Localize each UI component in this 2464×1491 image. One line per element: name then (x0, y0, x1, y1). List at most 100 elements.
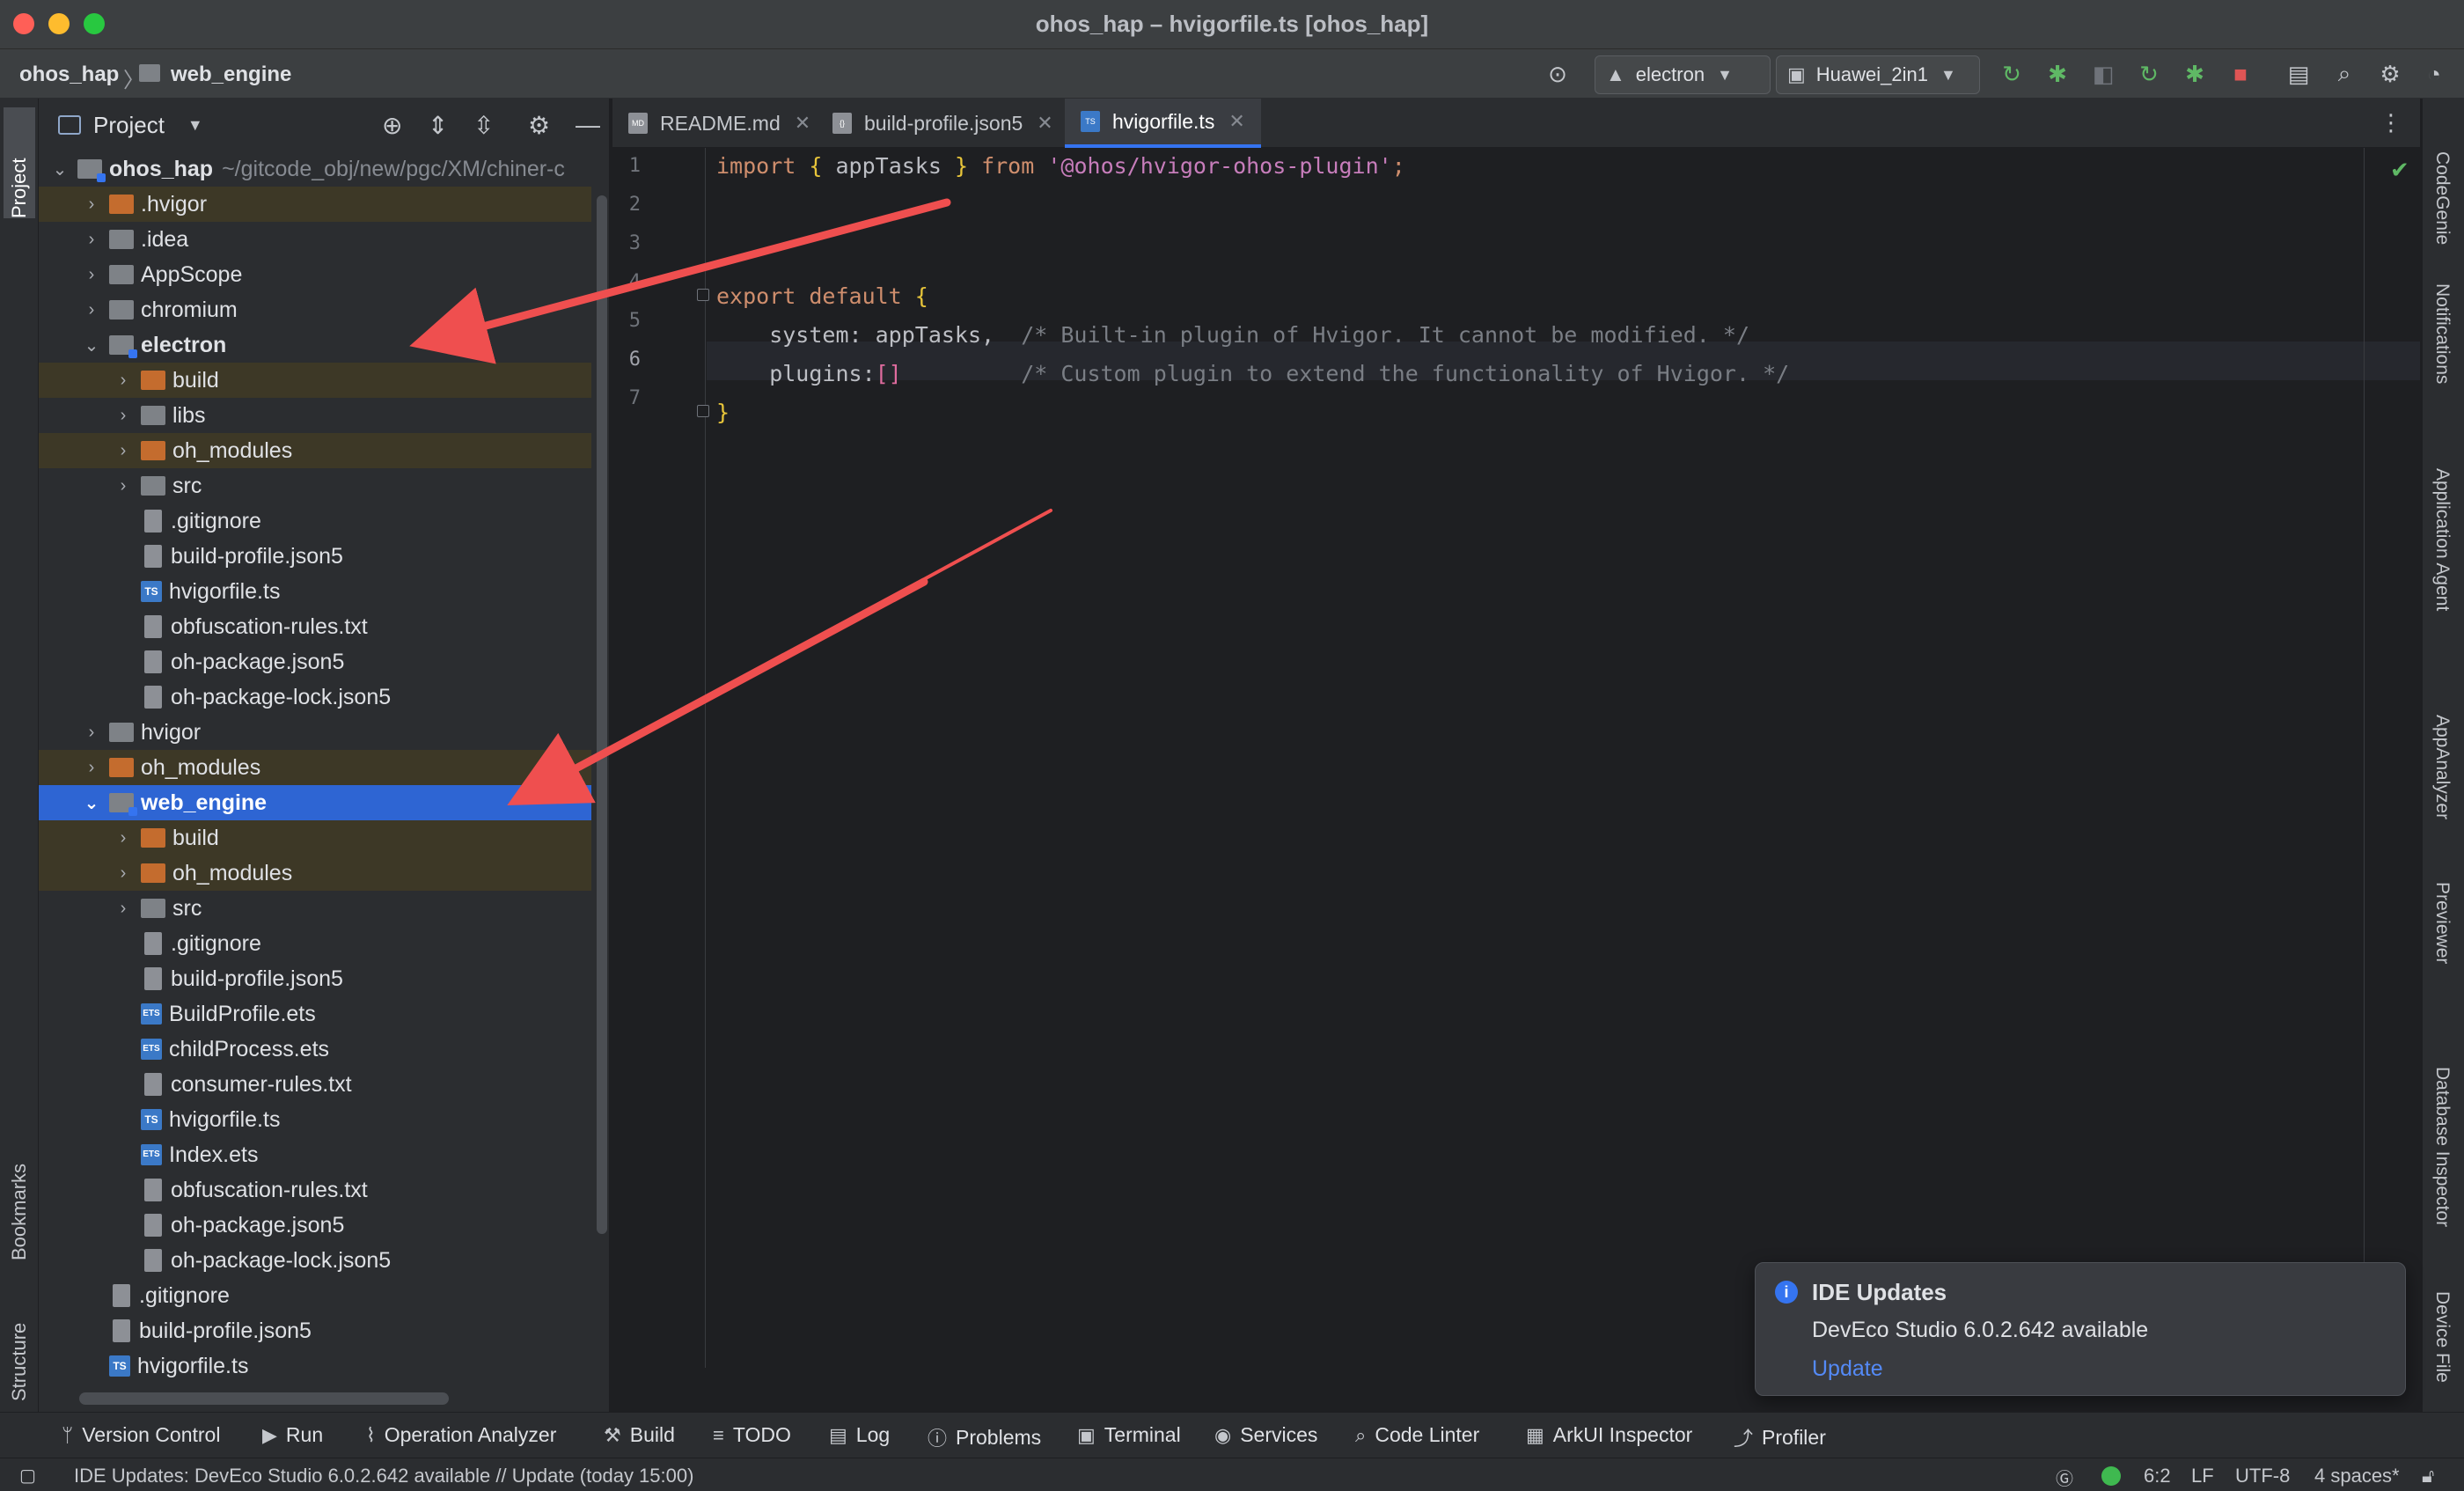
rerun-icon[interactable]: ↻ (1996, 58, 2028, 90)
chevron-right-icon[interactable]: › (114, 863, 132, 884)
right-tool-button[interactable]: Device File (2431, 1291, 2453, 1383)
chevron-down-icon[interactable]: ⌄ (83, 792, 100, 814)
project-structure-icon[interactable]: ▤ (2283, 58, 2314, 90)
bottom-tool-button[interactable]: ▤ Log (829, 1423, 890, 1447)
collapse-all-icon[interactable]: ⇳ (473, 111, 494, 140)
tree-item[interactable]: oh-package-lock.json5 (39, 679, 591, 715)
bottom-tool-button[interactable]: ≡ TODO (713, 1423, 791, 1447)
tree-item[interactable]: › .idea (39, 222, 591, 257)
right-tool-button[interactable]: Database Inspector (2431, 1067, 2453, 1227)
tree-horizontal-scrollbar[interactable] (79, 1392, 449, 1405)
bottom-tool-button[interactable]: ᛘ Version Control (62, 1423, 220, 1447)
right-tool-button[interactable]: Notifications (2431, 283, 2453, 384)
expand-all-icon[interactable]: ⇕ (428, 111, 448, 140)
chevron-right-icon[interactable]: › (83, 300, 100, 320)
chevron-down-icon[interactable]: ▼ (187, 116, 203, 135)
tree-vertical-scrollbar[interactable] (597, 195, 607, 1234)
tree-item[interactable]: ETS Index.ets (39, 1137, 591, 1172)
tree-item[interactable]: › oh_modules (39, 856, 591, 891)
tree-item[interactable]: › chromium (39, 292, 591, 327)
bottom-tool-button[interactable]: ▣ Terminal (1077, 1423, 1181, 1447)
debug-icon[interactable]: ✱ (2042, 58, 2073, 90)
chevron-right-icon[interactable]: › (114, 828, 132, 848)
chevron-right-icon[interactable]: › (83, 265, 100, 285)
chevron-right-icon[interactable]: › (114, 371, 132, 391)
module-selector[interactable]: ▲ electron ▼ (1595, 55, 1771, 94)
chevron-right-icon[interactable]: › (83, 723, 100, 743)
tree-item[interactable]: build-profile.json5 (39, 539, 591, 574)
close-tab-icon[interactable]: ✕ (1228, 110, 1244, 133)
bottom-tool-button[interactable]: ◉ Services (1214, 1423, 1317, 1447)
profile-icon[interactable]: ✱ (2179, 58, 2211, 90)
target-icon[interactable]: ⊙ (1542, 58, 1573, 90)
ai-assistant-icon[interactable]: Ⓖ (2056, 1465, 2073, 1490)
tree-item[interactable]: .gitignore (39, 1278, 591, 1313)
tree-item[interactable]: oh-package.json5 (39, 644, 591, 679)
tree-item[interactable]: › build (39, 820, 591, 856)
editor-tab[interactable]: {} build-profile.json5 ✕ (817, 99, 1069, 148)
bottom-tool-button[interactable]: ▦ ArkUI Inspector (1526, 1423, 1692, 1447)
locate-file-icon[interactable]: ⊕ (382, 111, 402, 140)
tree-item[interactable]: .gitignore (39, 503, 591, 539)
options-gear-icon[interactable]: ⚙ (528, 111, 550, 140)
tree-item[interactable]: › hvigor (39, 715, 591, 750)
code-editor[interactable]: 1 2 3 4 5 6 7 ✔ import { appTasks } from '@oho… (612, 148, 2420, 1368)
search-icon[interactable]: ⌕ (2328, 58, 2360, 90)
indent-setting[interactable]: 4 spaces* (2314, 1465, 2400, 1487)
tree-item[interactable]: › AppScope (39, 257, 591, 292)
chevron-down-icon[interactable]: ⌄ (83, 334, 100, 356)
chevron-right-icon[interactable]: › (114, 476, 132, 496)
line-separator[interactable]: LF (2191, 1465, 2214, 1487)
tree-item[interactable]: ⌄ web_engine (39, 785, 591, 820)
tree-item[interactable]: TS hvigorfile.ts (39, 1348, 591, 1384)
tree-item[interactable]: consumer-rules.txt (39, 1067, 591, 1102)
structure-tool-button[interactable]: Structure (4, 1278, 35, 1401)
tree-item[interactable]: ⌄ ohos_hap ~/gitcode_obj/new/pgc/XM/chiner… (39, 151, 591, 187)
close-tab-icon[interactable]: ✕ (795, 112, 810, 135)
read-only-lock-icon[interactable]: 🔓︎ (2422, 1465, 2434, 1487)
fold-marker-icon[interactable] (697, 405, 709, 417)
tree-item[interactable]: › oh_modules (39, 433, 591, 468)
tree-item[interactable]: ETS childProcess.ets (39, 1032, 591, 1067)
right-tool-button[interactable]: AppAnalyzer (2431, 715, 2453, 819)
file-encoding[interactable]: UTF-8 (2235, 1465, 2290, 1487)
status-message[interactable]: IDE Updates: DevEco Studio 6.0.2.642 ava… (74, 1465, 693, 1487)
fold-marker-icon[interactable] (697, 289, 709, 301)
bottom-tool-button[interactable]: ⌕ Code Linter (1355, 1423, 1479, 1447)
tree-item[interactable]: TS hvigorfile.ts (39, 574, 591, 609)
right-tool-button[interactable]: Application Agent (2431, 468, 2453, 611)
tree-item[interactable]: ⌄ electron (39, 327, 591, 363)
account-icon[interactable]: ◔ (2418, 58, 2450, 90)
stop-icon[interactable]: ■ (2225, 58, 2256, 90)
chevron-right-icon[interactable]: › (83, 230, 100, 250)
attach-debugger-icon[interactable]: ◧ (2087, 58, 2119, 90)
right-tool-button[interactable]: Previewer (2431, 882, 2453, 964)
bottom-tool-button[interactable]: ⤴ Profiler (1734, 1423, 1826, 1451)
project-panel-title[interactable]: Project (93, 112, 165, 139)
bottom-tool-button[interactable]: ⓘ Problems (928, 1423, 1041, 1451)
apply-changes-icon[interactable]: ↻ (2133, 58, 2165, 90)
chevron-down-icon[interactable]: ⌄ (51, 158, 69, 180)
close-tab-icon[interactable]: ✕ (1037, 112, 1052, 135)
tree-item[interactable]: › .hvigor (39, 187, 591, 222)
editor-tab[interactable]: TS hvigorfile.ts ✕ (1065, 99, 1261, 148)
tree-item[interactable]: oh-package.json5 (39, 1208, 591, 1243)
tree-item[interactable]: obfuscation-rules.txt (39, 609, 591, 644)
bottom-tool-button[interactable]: ⌇ Operation Analyzer (366, 1423, 556, 1447)
chevron-right-icon[interactable]: › (114, 406, 132, 426)
bottom-tool-button[interactable]: ⚒ Build (604, 1423, 675, 1447)
breadcrumb-module[interactable]: web_engine (171, 62, 291, 87)
hide-panel-icon[interactable]: — (576, 111, 600, 139)
device-selector[interactable]: ▣ Huawei_2in1 ▼ (1776, 55, 1980, 94)
tree-item[interactable]: TS hvigorfile.ts (39, 1102, 591, 1137)
tree-item[interactable]: ETS BuildProfile.ets (39, 996, 591, 1032)
tree-item[interactable]: build-profile.json5 (39, 1313, 591, 1348)
tree-item[interactable]: › src (39, 891, 591, 926)
chevron-right-icon[interactable]: › (83, 195, 100, 215)
tree-item[interactable]: .gitignore (39, 926, 591, 961)
bookmarks-tool-button[interactable]: Bookmarks (4, 1111, 35, 1260)
tree-item[interactable]: oh-package-lock.json5 (39, 1243, 591, 1278)
right-tool-button[interactable]: CodeGenie (2431, 151, 2453, 245)
breadcrumb-project[interactable]: ohos_hap (19, 62, 119, 87)
toggle-tool-windows-icon[interactable]: ▢ (19, 1465, 36, 1487)
